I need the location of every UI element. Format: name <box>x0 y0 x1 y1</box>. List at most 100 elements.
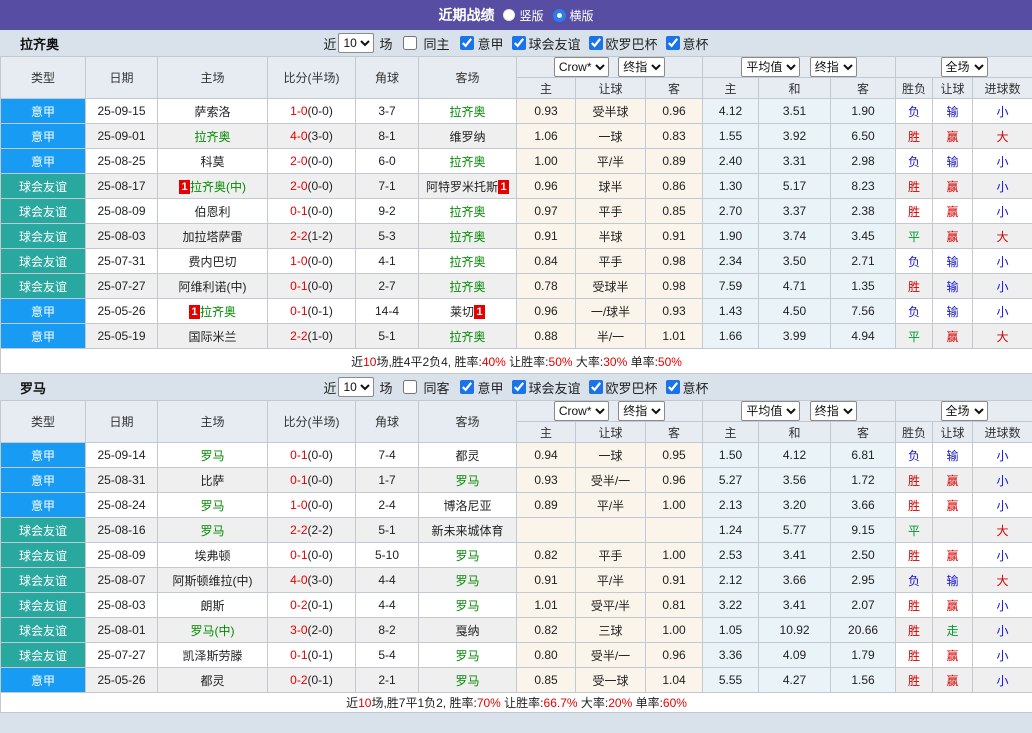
fulltime-select[interactable]: 全场 <box>940 57 988 77</box>
corner-score: 4-1 <box>355 248 419 274</box>
team-label: 阿维利诺(中) <box>178 279 247 294</box>
euro-away-odds: 1.35 <box>830 273 897 299</box>
euro-home-odds: 3.36 <box>702 642 760 668</box>
match-row: 球会友谊 25-08-09 伯恩利 0-1(0-0) 9-2 拉齐奥 0.97 平手 0.85 2… <box>0 198 1032 224</box>
fulltime-select[interactable]: 全场 <box>940 401 988 421</box>
result-winloss: 胜 <box>895 617 934 643</box>
match-score: 2-2(2-2) <box>267 517 356 543</box>
away-team: 拉齐奥 <box>418 248 517 274</box>
league-europa-checkbox[interactable] <box>588 380 603 394</box>
col-winloss: 胜负 <box>895 77 934 99</box>
euro-home-odds: 1.30 <box>702 173 760 199</box>
match-date: 25-08-09 <box>85 542 158 568</box>
match-score: 2-2(1-0) <box>267 323 356 349</box>
league-coppa-checkbox[interactable] <box>665 36 680 50</box>
corner-score: 2-4 <box>355 492 419 518</box>
match-row: 意甲 25-09-14 罗马 0-1(0-0) 7-4 都灵 0.94 一球 0.95 1.50 4… <box>0 442 1032 468</box>
match-row: 球会友谊 25-07-27 阿维利诺(中) 0-1(0-0) 2-7 拉齐奥 0.78 受球半… <box>0 273 1032 299</box>
handicap-away-odds: 0.98 <box>644 248 704 274</box>
radio-checked-icon[interactable] <box>552 8 566 22</box>
home-team: 罗马 <box>157 517 268 543</box>
league-friendly-checkbox[interactable] <box>511 380 526 394</box>
euro-average-select[interactable]: 平均值 <box>741 401 801 421</box>
bookmaker-select[interactable]: Crow* <box>553 57 609 77</box>
handicap-home-odds <box>516 517 576 543</box>
match-row: 球会友谊 25-08-01 罗马(中) 3-0(2-0) 8-2 戛纳 0.82 三球 1.00… <box>0 617 1032 643</box>
same-away-checkbox[interactable] <box>403 380 418 394</box>
home-team: 费内巴切 <box>157 248 268 274</box>
euro-home-odds: 5.27 <box>702 467 760 493</box>
league-serie-a-checkbox[interactable] <box>460 380 475 394</box>
handicap-away-odds: 0.95 <box>644 442 704 468</box>
match-score: 2-0(0-0) <box>267 148 356 174</box>
summary-segment: 让胜率: <box>500 696 544 710</box>
score-fulltime: 0-1 <box>290 204 308 218</box>
euro-home-odds: 3.22 <box>702 592 760 618</box>
handicap-line: 平手 <box>575 542 646 568</box>
match-date: 25-07-27 <box>85 642 158 668</box>
euro-time-select[interactable]: 终指 <box>809 401 857 421</box>
result-goals: 大 <box>972 323 1032 349</box>
league-serie-a-checkbox[interactable] <box>460 36 475 50</box>
league-friendly-checkbox[interactable] <box>511 36 526 50</box>
col-away: 客场 <box>418 400 517 443</box>
handicap-time-select[interactable]: 终指 <box>618 401 666 421</box>
handicap-group-header: Crow* 终指 <box>515 400 704 422</box>
result-winloss: 胜 <box>895 667 934 693</box>
score-halftime: (2-2) <box>307 523 333 537</box>
score-halftime: (0-0) <box>307 154 333 168</box>
games-count-select[interactable]: 10 <box>338 33 375 53</box>
handicap-away-odds: 0.86 <box>644 173 704 199</box>
corner-score: 8-1 <box>355 123 419 149</box>
corner-score: 3-7 <box>355 98 419 124</box>
away-team: 罗马 <box>418 667 517 693</box>
bookmaker-select[interactable]: Crow* <box>553 401 609 421</box>
result-handicap: 输 <box>932 98 974 124</box>
score-fulltime: 0-1 <box>290 279 308 293</box>
euro-draw-odds: 4.12 <box>758 442 832 468</box>
score-fulltime: 3-0 <box>290 623 308 637</box>
radio-unchecked-icon[interactable] <box>503 9 516 21</box>
match-score: 1-0(0-0) <box>267 98 356 124</box>
summary-segment: 40% <box>481 354 506 369</box>
euro-away-odds: 20.66 <box>830 617 897 643</box>
layout-horizontal-option[interactable]: 横版 <box>552 7 594 24</box>
corner-score: 4-4 <box>355 592 419 618</box>
match-date: 25-08-25 <box>85 148 158 174</box>
col-date: 日期 <box>85 56 158 99</box>
team-name-lazio: 拉齐奥 <box>20 36 60 52</box>
match-score: 0-1(0-0) <box>267 442 356 468</box>
team-label: 罗马 <box>455 673 480 688</box>
euro-draw-odds: 3.66 <box>758 567 832 593</box>
match-type-badge: 意甲 <box>0 492 86 518</box>
result-goals: 小 <box>972 442 1032 468</box>
handicap-home-odds: 0.89 <box>516 492 576 518</box>
euro-home-odds: 4.12 <box>702 98 760 124</box>
match-date: 25-08-09 <box>85 198 158 224</box>
league-europa-checkbox[interactable] <box>588 36 603 50</box>
result-winloss: 负 <box>895 442 934 468</box>
col-type: 类型 <box>0 56 86 99</box>
result-goals: 小 <box>972 467 1032 493</box>
games-count-select[interactable]: 10 <box>338 377 375 397</box>
match-score: 1-0(0-0) <box>267 492 356 518</box>
match-date: 25-09-01 <box>85 123 158 149</box>
euro-time-select[interactable]: 终指 <box>809 57 857 77</box>
team-label: 拉齐奥 <box>449 279 486 294</box>
handicap-line: 平手 <box>575 248 646 274</box>
roma-section: 罗马 近 10 场 同客 意甲 球会友谊 欧罗巴杯 意杯 类型 日期 主场 比分… <box>0 374 1032 713</box>
euro-home-odds: 2.12 <box>702 567 760 593</box>
same-home-checkbox[interactable] <box>403 36 418 50</box>
layout-vertical-option[interactable]: 竖版 <box>503 7 544 24</box>
euro-average-select[interactable]: 平均值 <box>741 57 801 77</box>
result-handicap: 赢 <box>932 667 974 693</box>
handicap-away-odds: 0.96 <box>644 642 704 668</box>
result-goals: 大 <box>972 517 1032 543</box>
same-away-label: 同客 <box>423 380 450 396</box>
handicap-time-select[interactable]: 终指 <box>618 57 666 77</box>
euro-home-odds: 1.50 <box>702 442 760 468</box>
team-label: 罗马 <box>455 548 480 563</box>
league-coppa-checkbox[interactable] <box>665 380 680 394</box>
corner-score: 14-4 <box>355 298 419 324</box>
match-score: 0-1(0-0) <box>267 542 356 568</box>
